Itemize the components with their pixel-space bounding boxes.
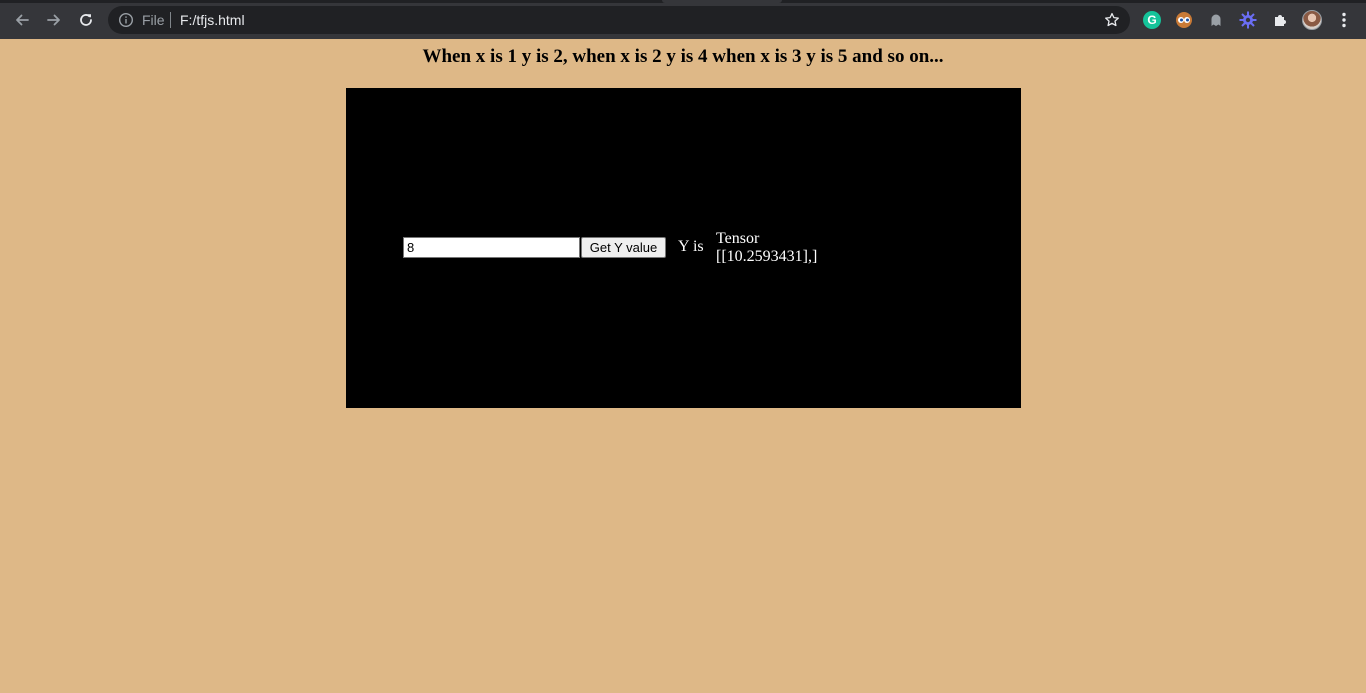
y-output: Tensor [[10.2593431],] [716, 230, 818, 265]
profile-avatar[interactable] [1302, 10, 1322, 30]
y-label: Y is [678, 238, 704, 255]
grammarly-icon[interactable]: G [1142, 10, 1162, 30]
reload-icon[interactable] [74, 8, 98, 32]
info-icon[interactable] [118, 12, 134, 28]
gear-extension-icon[interactable] [1238, 10, 1258, 30]
url-divider [170, 12, 171, 28]
url-scheme-label: File [142, 12, 165, 28]
forward-arrow-icon[interactable] [42, 8, 66, 32]
menu-kebab-icon[interactable] [1334, 10, 1354, 30]
black-panel: Get Y value Y is Tensor [[10.2593431],] [346, 88, 1021, 408]
x-value-input[interactable] [403, 237, 580, 258]
page-title: When x is 1 y is 2, when x is 2 y is 4 w… [422, 46, 944, 67]
avatar [1302, 10, 1322, 30]
eyes-extension-icon[interactable] [1174, 10, 1194, 30]
grammarly-letter: G [1143, 11, 1161, 29]
browser-toolbar: File F:/tfjs.html G [0, 0, 1366, 39]
puzzle-icon[interactable] [1270, 10, 1290, 30]
tab-strip [0, 0, 1366, 3]
ghost-extension-icon[interactable] [1206, 10, 1226, 30]
bookmark-star-icon[interactable] [1104, 12, 1120, 28]
back-arrow-icon[interactable] [10, 8, 34, 32]
get-y-value-button[interactable]: Get Y value [581, 237, 666, 258]
active-tab-edge [662, 0, 782, 3]
url-text[interactable]: F:/tfjs.html [180, 12, 245, 28]
address-bar[interactable]: File F:/tfjs.html [108, 6, 1130, 34]
